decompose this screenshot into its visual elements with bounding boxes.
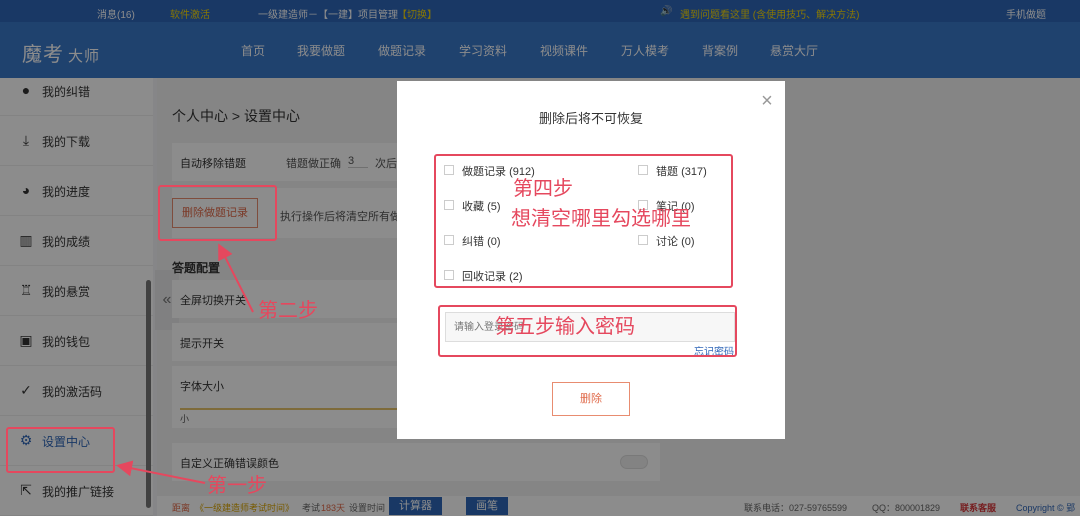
annotation-step1: 第一步 <box>207 475 267 497</box>
arrow-step2 <box>218 243 254 313</box>
annotation-step5: 第五步输入密码 <box>495 316 635 338</box>
annotation-step2: 第二步 <box>258 300 318 322</box>
arrow-step1 <box>116 460 206 484</box>
annotation-arrows <box>116 243 254 484</box>
annotation-step4-title: 第四步 <box>513 178 573 200</box>
annotation-step4-desc: 想清空哪里勾选哪里 <box>511 208 691 230</box>
